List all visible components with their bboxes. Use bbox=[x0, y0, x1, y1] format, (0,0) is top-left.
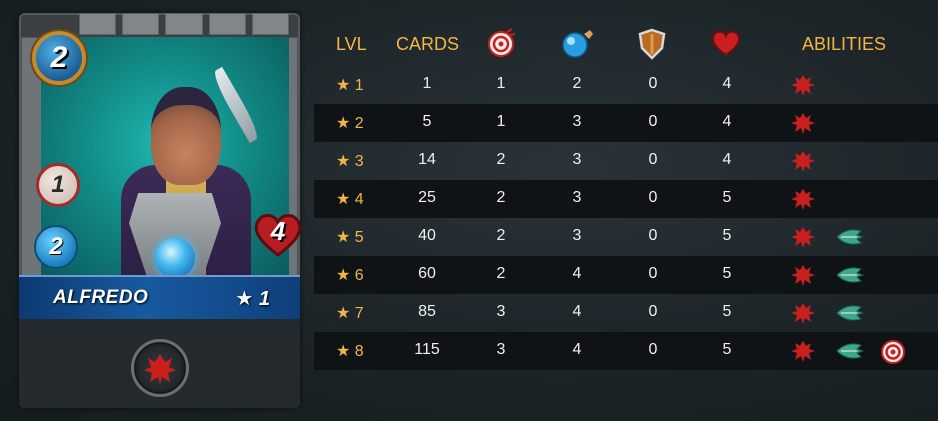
table-row: ★ 6 60 2 4 0 5 bbox=[314, 256, 938, 294]
row-magic: 2 bbox=[572, 75, 582, 92]
row-magic: 3 bbox=[572, 151, 582, 168]
row-melee: 3 bbox=[496, 303, 506, 320]
enrage-icon[interactable] bbox=[790, 263, 816, 287]
row-armor: 0 bbox=[648, 265, 658, 282]
row-health: 4 bbox=[722, 113, 732, 130]
magic-attack-badge: 2 bbox=[34, 225, 78, 269]
row-magic: 4 bbox=[572, 265, 582, 282]
row-health: 5 bbox=[722, 189, 732, 206]
row-magic: 4 bbox=[572, 341, 582, 358]
enrage-icon[interactable] bbox=[131, 339, 189, 397]
table-row: ★ 4 25 2 3 0 5 bbox=[314, 180, 938, 218]
card-name: ALFREDO bbox=[53, 287, 149, 308]
target-icon[interactable] bbox=[880, 339, 906, 364]
table-body: ★ 1 1 1 2 0 4 ★ 2 5 1 3 0 4 ★ 3 14 2 3 0 4 ★ 4 25 2 3 0 5 ★ 5 40 2… bbox=[314, 66, 938, 370]
row-health: 5 bbox=[722, 341, 732, 358]
magic-attack-icon bbox=[560, 28, 596, 63]
dodge-icon[interactable] bbox=[835, 339, 865, 363]
table-row: ★ 5 40 2 3 0 5 bbox=[314, 218, 938, 256]
row-melee: 1 bbox=[496, 75, 506, 92]
row-level: ★ 7 bbox=[336, 305, 364, 322]
row-armor: 0 bbox=[648, 113, 658, 130]
row-armor: 0 bbox=[648, 75, 658, 92]
row-armor: 0 bbox=[648, 227, 658, 244]
health-badge: 4 bbox=[252, 210, 304, 258]
enrage-icon[interactable] bbox=[790, 187, 816, 211]
row-melee: 2 bbox=[496, 265, 506, 282]
row-health: 5 bbox=[722, 227, 732, 244]
health-heart-icon bbox=[710, 29, 742, 62]
dodge-icon[interactable] bbox=[835, 301, 865, 325]
table-row: ★ 7 85 3 4 0 5 bbox=[314, 294, 938, 332]
row-health: 4 bbox=[722, 75, 732, 92]
row-cards: 14 bbox=[418, 151, 436, 168]
row-magic: 4 bbox=[572, 303, 582, 320]
row-armor: 0 bbox=[648, 151, 658, 168]
row-level: ★ 3 bbox=[336, 153, 364, 170]
enrage-icon[interactable] bbox=[790, 339, 816, 363]
card-level: ★ 1 bbox=[235, 288, 270, 310]
header-cards: CARDS bbox=[396, 34, 460, 54]
row-cards: 60 bbox=[418, 265, 436, 282]
card-name-banner: ALFREDO ★ 1 bbox=[19, 275, 300, 323]
row-level: ★ 8 bbox=[336, 343, 364, 360]
row-cards: 1 bbox=[422, 75, 432, 92]
armor-shield-icon bbox=[638, 28, 666, 65]
mana-cost-badge: 2 bbox=[32, 31, 86, 85]
row-health: 5 bbox=[722, 265, 732, 282]
dodge-icon[interactable] bbox=[835, 225, 865, 249]
row-level: ★ 4 bbox=[336, 191, 364, 208]
melee-attack-icon bbox=[488, 28, 516, 63]
row-armor: 0 bbox=[648, 189, 658, 206]
row-level: ★ 5 bbox=[336, 229, 364, 246]
level-stats-table: LVL CARDS ABILITIES ★ 1 1 1 2 0 4 ★ 2 5 … bbox=[314, 26, 938, 370]
row-magic: 3 bbox=[572, 113, 582, 130]
table-row: ★ 8 115 3 4 0 5 bbox=[314, 332, 938, 370]
header-abilities: ABILITIES bbox=[802, 34, 887, 54]
row-melee: 3 bbox=[496, 341, 506, 358]
row-cards: 25 bbox=[418, 189, 436, 206]
row-magic: 3 bbox=[572, 189, 582, 206]
row-cards: 115 bbox=[414, 341, 440, 358]
row-melee: 2 bbox=[496, 189, 506, 206]
row-level: ★ 6 bbox=[336, 267, 364, 284]
dodge-icon[interactable] bbox=[835, 263, 865, 287]
table-header: LVL CARDS ABILITIES bbox=[314, 26, 938, 66]
row-armor: 0 bbox=[648, 341, 658, 358]
enrage-icon[interactable] bbox=[790, 225, 816, 249]
enrage-icon[interactable] bbox=[790, 149, 816, 173]
table-row: ★ 2 5 1 3 0 4 bbox=[314, 104, 938, 142]
table-row: ★ 1 1 1 2 0 4 bbox=[314, 66, 938, 104]
castle-battlements bbox=[79, 13, 290, 35]
row-melee: 2 bbox=[496, 227, 506, 244]
row-health: 4 bbox=[722, 151, 732, 168]
row-armor: 0 bbox=[648, 303, 658, 320]
row-cards: 5 bbox=[422, 113, 432, 130]
row-cards: 40 bbox=[418, 227, 436, 244]
water-splinter-orb-icon bbox=[155, 238, 195, 278]
health-value: 4 bbox=[270, 216, 286, 246]
row-magic: 3 bbox=[572, 227, 582, 244]
row-cards: 85 bbox=[418, 303, 436, 320]
enrage-icon[interactable] bbox=[790, 73, 816, 97]
row-melee: 2 bbox=[496, 151, 506, 168]
row-health: 5 bbox=[722, 303, 732, 320]
row-level: ★ 1 bbox=[336, 77, 364, 94]
row-melee: 1 bbox=[496, 113, 506, 130]
header-lvl: LVL bbox=[336, 34, 367, 54]
melee-attack-badge: 1 bbox=[36, 163, 80, 207]
table-row: ★ 3 14 2 3 0 4 bbox=[314, 142, 938, 180]
enrage-icon[interactable] bbox=[790, 301, 816, 325]
enrage-icon[interactable] bbox=[790, 111, 816, 135]
row-level: ★ 2 bbox=[336, 115, 364, 132]
